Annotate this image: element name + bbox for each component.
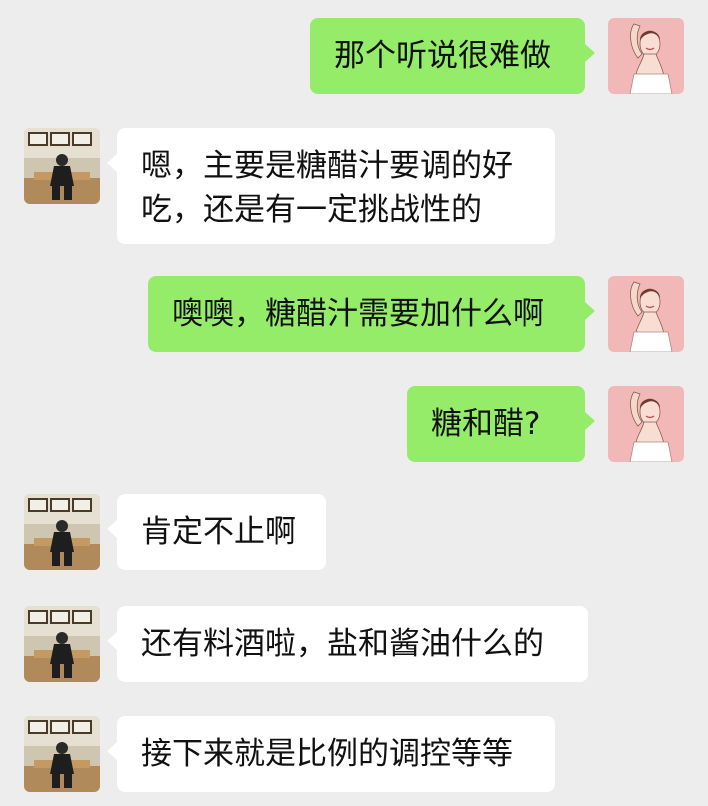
incoming-message-bubble[interactable]: 嗯，主要是糖醋汁要调的好 吃，还是有一定挑战性的 <box>107 128 555 244</box>
man-sitting-photo-avatar[interactable] <box>24 128 100 204</box>
incoming-message-bubble[interactable]: 肯定不止啊 <box>107 494 326 570</box>
man-sitting-photo-icon <box>24 494 100 570</box>
man-sitting-photo-icon <box>24 716 100 792</box>
incoming-message-bubble[interactable]: 接下来就是比例的调控等等 <box>107 716 555 792</box>
message-text-line-1: 嗯，主要是糖醋汁要调的好 <box>141 148 513 184</box>
woman-portrait-icon <box>608 18 684 94</box>
outgoing-message-bubble[interactable]: 糖和醋? <box>407 386 595 462</box>
man-sitting-photo-icon <box>24 606 100 682</box>
message-text: 还有料酒啦，盐和酱油什么的 <box>141 626 544 662</box>
woman-portrait-avatar[interactable] <box>608 276 684 352</box>
outgoing-message-bubble[interactable]: 那个听说很难做 <box>310 18 595 94</box>
man-sitting-photo-icon <box>24 128 100 204</box>
woman-portrait-avatar[interactable] <box>608 386 684 462</box>
message-text: 糖和醋? <box>431 406 541 442</box>
message-text: 肯定不止啊 <box>141 514 296 550</box>
message-text-line-2: 吃，还是有一定挑战性的 <box>141 192 482 228</box>
woman-portrait-avatar[interactable] <box>608 18 684 94</box>
man-sitting-photo-avatar[interactable] <box>24 606 100 682</box>
woman-portrait-icon <box>608 276 684 352</box>
message-text: 那个听说很难做 <box>334 38 551 74</box>
message-text: 接下来就是比例的调控等等 <box>141 736 513 772</box>
incoming-message-bubble[interactable]: 还有料酒啦，盐和酱油什么的 <box>107 606 588 682</box>
outgoing-message-bubble[interactable]: 噢噢，糖醋汁需要加什么啊 <box>148 276 595 352</box>
woman-portrait-icon <box>608 386 684 462</box>
message-text: 噢噢，糖醋汁需要加什么啊 <box>172 296 544 332</box>
man-sitting-photo-avatar[interactable] <box>24 716 100 792</box>
man-sitting-photo-avatar[interactable] <box>24 494 100 570</box>
